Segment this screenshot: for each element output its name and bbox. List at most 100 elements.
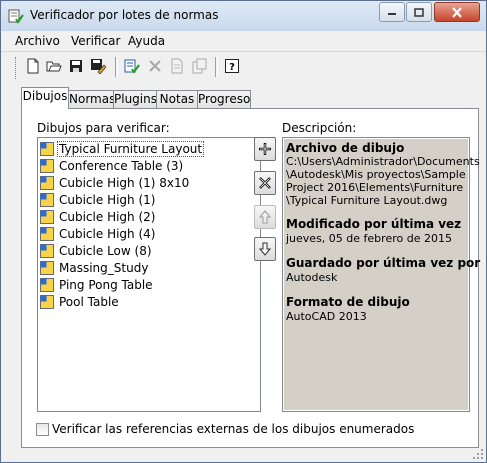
file-path-line: Project 2016\Elements\Furniture: [286, 181, 464, 194]
check-button[interactable]: [123, 57, 141, 75]
dwg-file-icon: [40, 277, 54, 292]
list-item-label: Ping Pong Table: [59, 277, 153, 292]
list-item-label: Conference Table (3): [59, 158, 184, 173]
xref-checkbox-label[interactable]: Verificar las referencias externas de lo…: [52, 422, 414, 436]
close-icon: [452, 6, 462, 18]
tab-dibujos[interactable]: Dibujos: [21, 87, 69, 109]
copy-button[interactable]: [168, 57, 186, 75]
menu-bar: Archivo Verificar Ayuda: [1, 31, 486, 50]
file-path-line: \Typical Furniture Layout.dwg: [286, 194, 448, 207]
list-item[interactable]: Conference Table (3): [40, 157, 185, 174]
save-as-button[interactable]: [89, 57, 107, 75]
file-path-line: \Autodesk\Mis proyectos\Sample: [286, 168, 466, 181]
menu-ayuda[interactable]: Ayuda: [128, 34, 165, 48]
list-item-label: Typical Furniture Layout: [57, 140, 205, 157]
dwg-file-icon: [40, 226, 54, 241]
move-down-button[interactable]: [254, 237, 276, 261]
list-item[interactable]: Typical Furniture Layout: [40, 140, 205, 157]
tab-progreso[interactable]: Progreso: [197, 90, 251, 108]
paste-icon: [192, 58, 207, 74]
tab-normas[interactable]: Normas: [68, 90, 115, 108]
tab-panel-dibujos: Dibujos para verificar: Typical Furnitur…: [21, 108, 480, 448]
close-button[interactable]: [434, 2, 480, 22]
toolbar-separator: [115, 57, 118, 77]
drawings-list[interactable]: Typical Furniture Layout Conference Tabl…: [37, 137, 261, 412]
add-drawing-button[interactable]: [254, 137, 276, 161]
help-icon: ?: [225, 59, 239, 73]
drawings-list-label: Dibujos para verificar:: [37, 121, 170, 135]
help-button[interactable]: ?: [223, 57, 241, 75]
save-as-icon: [91, 59, 106, 74]
list-item[interactable]: Massing_Study: [40, 259, 150, 276]
list-item[interactable]: Cubicle High (1): [40, 191, 157, 208]
list-item[interactable]: Cubicle Low (8): [40, 242, 154, 259]
modified-value: jueves, 05 de febrero de 2015: [286, 232, 452, 245]
checker-app-icon: [8, 9, 24, 24]
open-button[interactable]: [45, 57, 63, 75]
dwg-file-icon: [40, 209, 54, 224]
file-heading: Archivo de dibujo: [286, 141, 405, 155]
list-item-label: Cubicle Low (8): [59, 243, 152, 258]
file-path-line: C:\Users\Administrador\Documents: [286, 155, 480, 168]
list-item[interactable]: Pool Table: [40, 293, 121, 310]
toolbar-grip[interactable]: [15, 57, 18, 79]
resize-grip-icon[interactable]: [472, 448, 484, 460]
menu-verificar[interactable]: Verificar: [71, 34, 120, 48]
list-item-label: Cubicle High (2): [59, 209, 156, 224]
delete-button[interactable]: [146, 57, 164, 75]
add-icon: [259, 143, 271, 155]
paste-button[interactable]: [190, 57, 208, 75]
arrow-down-icon: [259, 242, 271, 256]
move-up-button[interactable]: [254, 205, 276, 229]
saved-heading: Guardado por última vez por: [286, 256, 481, 270]
dwg-file-icon: [40, 192, 54, 207]
new-button[interactable]: [24, 57, 42, 75]
dwg-file-icon: [40, 294, 54, 309]
save-icon: [70, 60, 82, 72]
saved-value: Autodesk: [286, 271, 338, 284]
format-heading: Formato de dibujo: [286, 295, 410, 309]
modified-heading: Modificado por última vez: [286, 217, 462, 231]
new-icon: [27, 58, 39, 74]
title-bar[interactable]: Verificador por lotes de normas: [1, 1, 486, 31]
window-title: Verificador por lotes de normas: [30, 8, 219, 22]
dwg-file-icon: [40, 260, 54, 275]
arrow-up-icon: [259, 210, 271, 224]
dwg-file-icon: [40, 243, 54, 258]
xref-checkbox[interactable]: [36, 423, 49, 436]
description-panel: Archivo de dibujo C:\Users\Administrador…: [282, 137, 480, 412]
format-value: AutoCAD 2013: [286, 310, 367, 323]
list-item[interactable]: Cubicle High (4): [40, 225, 157, 242]
minimize-button[interactable]: [379, 2, 405, 22]
list-item[interactable]: Cubicle High (1) 8x10: [40, 174, 191, 191]
list-item[interactable]: Cubicle High (2): [40, 208, 157, 225]
remove-drawing-button[interactable]: [254, 171, 276, 195]
check-icon: [124, 59, 140, 74]
toolbar-separator: [215, 57, 218, 77]
help-glyph: ?: [229, 62, 235, 73]
save-button[interactable]: [67, 57, 85, 75]
dwg-file-icon: [40, 141, 54, 156]
maximize-button[interactable]: [406, 2, 432, 22]
list-item-label: Cubicle High (1): [59, 192, 156, 207]
main-window: Verificador por lotes de normas Archivo …: [0, 0, 487, 463]
delete-icon: [149, 60, 161, 72]
dwg-file-icon: [40, 175, 54, 190]
list-item-label: Cubicle High (1) 8x10: [59, 175, 190, 190]
copy-icon: [171, 58, 183, 74]
minimize-icon: [388, 13, 396, 15]
menu-archivo[interactable]: Archivo: [15, 34, 60, 48]
remove-icon: [259, 177, 271, 189]
toolbar: ?: [1, 51, 486, 82]
description-label: Descripción:: [282, 121, 357, 135]
list-item[interactable]: Ping Pong Table: [40, 276, 155, 293]
tab-plugins[interactable]: Plugins: [113, 90, 157, 108]
list-item-label: Cubicle High (4): [59, 226, 156, 241]
tab-notas[interactable]: Notas: [156, 90, 198, 108]
open-icon: [46, 61, 62, 72]
list-item-label: Pool Table: [59, 294, 119, 309]
description-content: Archivo de dibujo C:\Users\Administrador…: [284, 139, 480, 410]
list-item-label: Massing_Study: [59, 260, 149, 275]
dwg-file-icon: [40, 158, 54, 173]
maximize-icon: [414, 7, 424, 17]
